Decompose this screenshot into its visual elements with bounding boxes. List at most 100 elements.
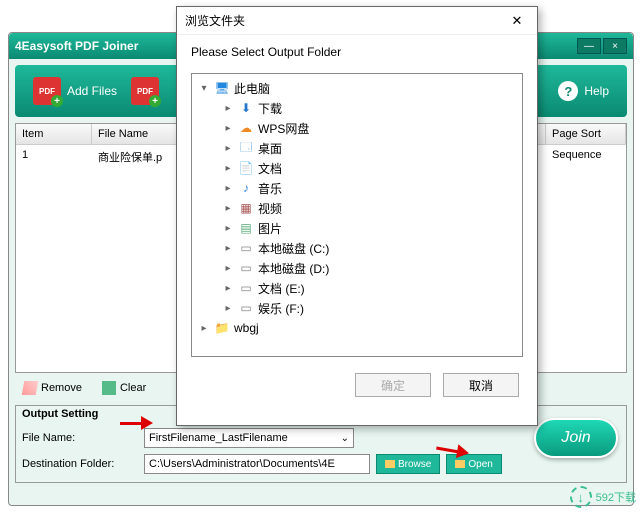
destfolder-input[interactable]: C:\Users\Administrator\Documents\4E [144,454,370,474]
watermark-icon: ↓ [570,486,592,508]
chevron-down-icon: ⌄ [341,433,349,444]
open-button[interactable]: Open [446,454,501,474]
filename-label: File Name: [22,432,138,444]
tree-label: 桌面 [258,140,282,157]
expand-icon[interactable]: ▸ [222,123,234,134]
tree-item[interactable]: ▸ ▤ 图片 [194,218,520,238]
browse-label: Browse [398,459,431,470]
tree-label: 文档 (E:) [258,280,305,297]
destfolder-value: C:\Users\Administrator\Documents\4E [149,458,335,470]
expand-icon[interactable]: ▸ [222,243,234,254]
join-button[interactable]: Join [534,418,618,458]
desk-icon: 🗔 [238,141,254,155]
tree-item[interactable]: ▸ ▦ 视频 [194,198,520,218]
pdf-icon: PDF [131,77,159,105]
expand-icon[interactable]: ▸ [222,163,234,174]
expand-icon[interactable]: ▸ [222,103,234,114]
col-item[interactable]: Item [16,124,92,144]
tree-label: wbgj [234,321,259,335]
tree-item[interactable]: ▾ 🖥 此电脑 [194,78,520,98]
folder-tree[interactable]: ▾🖥此电脑▸⬇下载▸☁WPS网盘▸🗔桌面▸📄文档▸♪音乐▸▦视频▸▤图片▸▭本地… [191,73,523,357]
col-pagesort[interactable]: Page Sort [546,124,626,144]
disk-icon: ▭ [238,301,254,315]
tree-item[interactable]: ▸ ♪ 音乐 [194,178,520,198]
remove-label: Remove [41,382,82,394]
minimize-button[interactable]: — [577,38,601,54]
expand-icon[interactable]: ▸ [222,143,234,154]
dialog-buttons: 确定 取消 [177,365,537,405]
tree-item[interactable]: ▸ ▭ 文档 (E:) [194,278,520,298]
pdf-add-icon: PDF [33,77,61,105]
open-label: Open [468,459,492,470]
browse-folder-dialog: 浏览文件夹 ✕ Please Select Output Folder ▾ 🖥 此电… [176,6,538,426]
brush-icon [102,381,116,395]
filename-value: FirstFilename_LastFilename [149,432,288,444]
expand-icon[interactable]: ▸ [222,283,234,294]
dialog-instruction: Please Select Output Folder [177,35,537,65]
expand-icon[interactable]: ▾ [198,83,210,94]
pic-icon: ▤ [238,221,254,235]
tree-label: 娱乐 (F:) [258,300,304,317]
tree-label: 音乐 [258,180,282,197]
disk-icon: ▭ [238,281,254,295]
tree-label: 本地磁盘 (C:) [258,240,329,257]
tree-item[interactable]: ▸ ▭ 本地磁盘 (C:) [194,238,520,258]
tree-label: 下载 [258,100,282,117]
tree-item[interactable]: ▸ ▭ 娱乐 (F:) [194,298,520,318]
doc-icon: 📄 [238,161,254,175]
cancel-button[interactable]: 取消 [443,373,519,397]
expand-icon[interactable]: ▸ [198,323,210,334]
help-icon: ? [558,81,578,101]
cell-pagesort: Sequence [546,145,626,169]
disk-icon: ▭ [238,261,254,275]
destfolder-label: Destination Folder: [22,458,138,470]
dialog-title: 浏览文件夹 [185,12,505,29]
disk-icon: ▭ [238,241,254,255]
tree-item[interactable]: ▸ 📁 wbgj [194,318,520,338]
tree-item[interactable]: ▸ ▭ 本地磁盘 (D:) [194,258,520,278]
tree-label: 文档 [258,160,282,177]
join-label: Join [561,429,590,447]
tree-item[interactable]: ▸ 🗔 桌面 [194,138,520,158]
expand-icon[interactable]: ▸ [222,263,234,274]
tree-label: 本地磁盘 (D:) [258,260,329,277]
expand-icon[interactable]: ▸ [222,223,234,234]
video-icon: ▦ [238,201,254,215]
tree-label: 此电脑 [234,80,270,97]
watermark: ↓ 592下载 [570,486,636,508]
help-label: Help [584,84,609,98]
browse-button[interactable]: Browse [376,454,440,474]
tree-label: 视频 [258,200,282,217]
folder-icon [385,460,395,468]
watermark-text: 592下载 [596,489,636,505]
music-icon: ♪ [238,181,254,195]
cloud-icon: ☁ [238,121,254,135]
close-button[interactable]: × [603,38,627,54]
filename-dropdown[interactable]: FirstFilename_LastFilename ⌄ [144,428,354,448]
remove-button[interactable]: Remove [17,379,88,397]
dialog-titlebar: 浏览文件夹 ✕ [177,7,537,35]
tree-item[interactable]: ▸ 📄 文档 [194,158,520,178]
filename-row: File Name: FirstFilename_LastFilename ⌄ [22,428,620,448]
tree-item[interactable]: ▸ ☁ WPS网盘 [194,118,520,138]
expand-icon[interactable]: ▸ [222,303,234,314]
eraser-icon [22,381,38,395]
help-button[interactable]: ? Help [550,77,617,105]
folder-icon: 📁 [214,321,230,335]
ok-button[interactable]: 确定 [355,373,431,397]
add-files-label: Add Files [67,84,117,98]
destfolder-row: Destination Folder: C:\Users\Administrat… [22,454,620,474]
folder-open-icon [455,460,465,468]
tree-label: 图片 [258,220,282,237]
clear-button[interactable]: Clear [96,379,152,397]
expand-icon[interactable]: ▸ [222,203,234,214]
tree-item[interactable]: ▸ ⬇ 下载 [194,98,520,118]
pc-icon: 🖥 [214,81,230,95]
clear-label: Clear [120,382,146,394]
tree-label: WPS网盘 [258,120,309,137]
dl-icon: ⬇ [238,101,254,115]
cell-item: 1 [16,145,92,169]
add-files-button[interactable]: PDF Add Files [25,73,125,109]
dialog-close-button[interactable]: ✕ [505,11,529,31]
expand-icon[interactable]: ▸ [222,183,234,194]
